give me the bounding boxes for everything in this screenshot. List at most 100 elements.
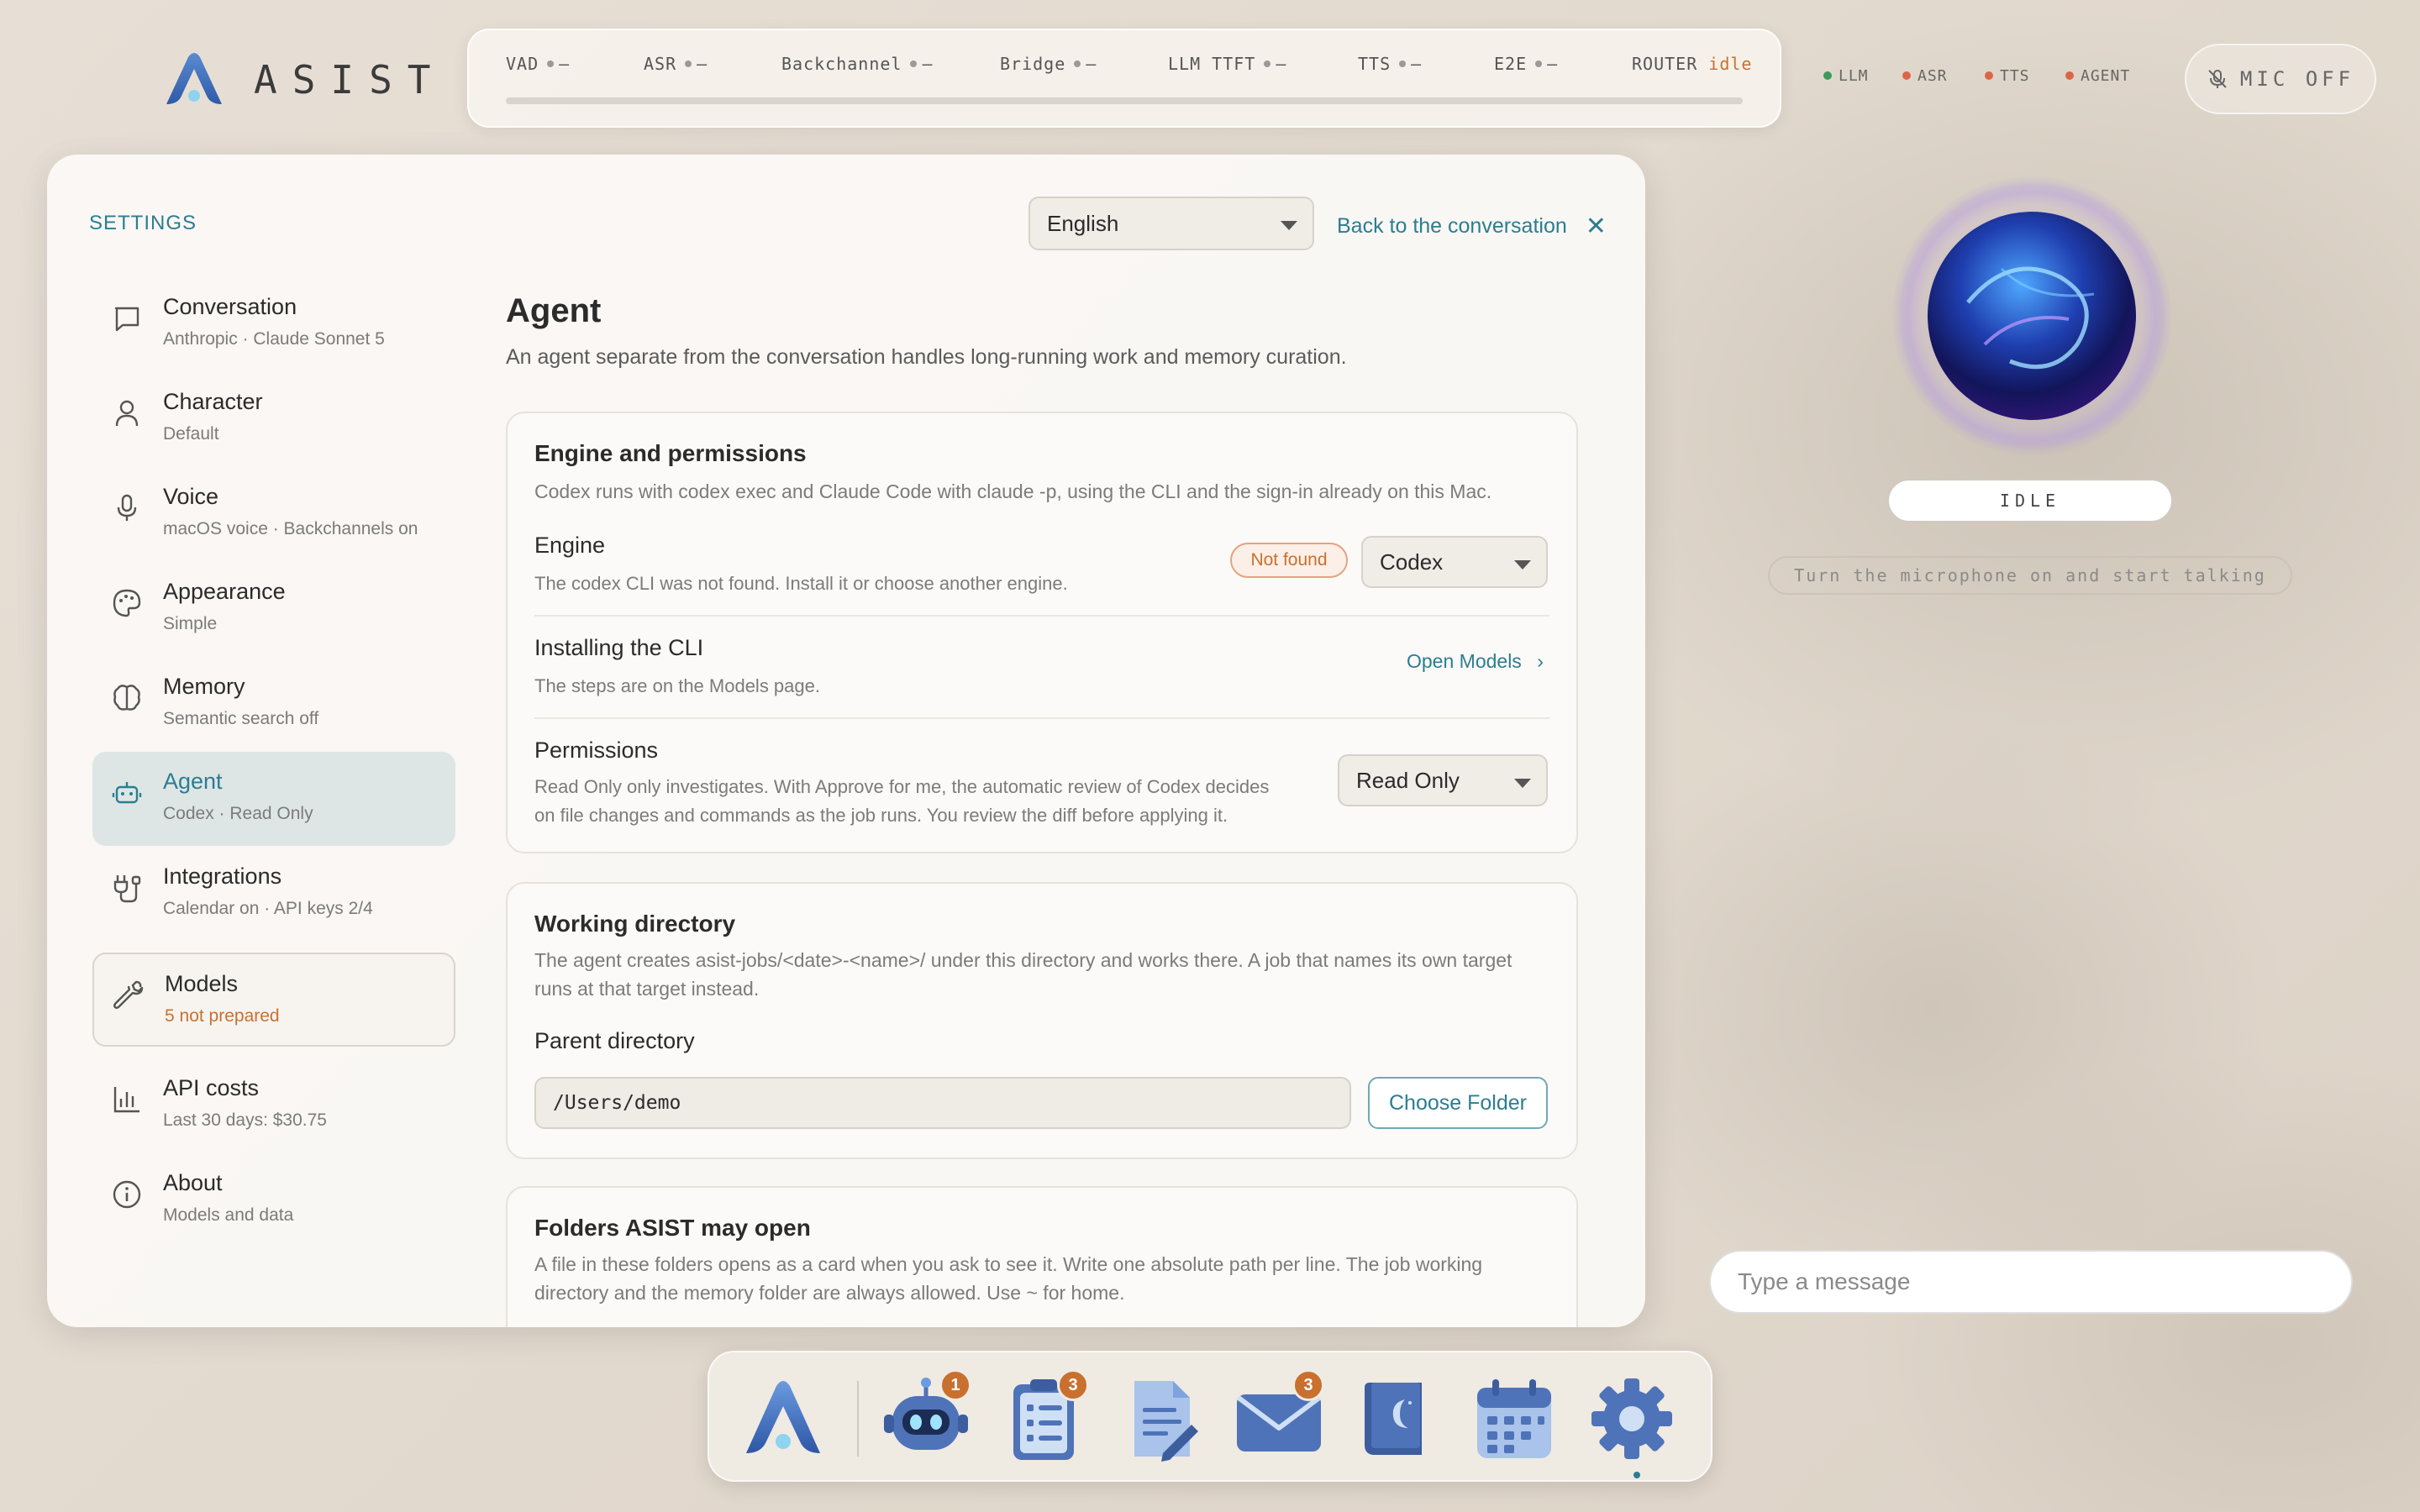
active-app-indicator — [1634, 1472, 1640, 1478]
sidebar-item-integrations[interactable]: Integrations Calendar on · API keys 2/4 — [92, 847, 455, 941]
sidebar-item-label: Appearance — [163, 579, 286, 604]
person-icon — [111, 397, 143, 429]
settings-title: SETTINGS — [89, 212, 197, 234]
back-to-conversation-link[interactable]: Back to the conversation ✕ — [1337, 212, 1607, 241]
mic-off-icon — [2208, 70, 2227, 88]
settings-gear-icon — [1591, 1378, 1672, 1459]
sidebar-item-label: Conversation — [163, 294, 297, 319]
dock-item-tasks[interactable]: 3 — [995, 1369, 1092, 1465]
dock-item-calendar[interactable] — [1465, 1373, 1563, 1465]
close-icon[interactable]: ✕ — [1586, 212, 1607, 241]
sidebar-item-label: Voice — [163, 484, 219, 509]
metric-asr: ASR — — [644, 54, 708, 74]
orb-hint: Turn the microphone on and start talking — [1768, 556, 2292, 595]
orb-state-pill: IDLE — [1887, 479, 2173, 522]
sidebar-item-agent[interactable]: Agent Codex · Read Only — [92, 752, 455, 846]
sidebar-item-sub: Semantic search off — [163, 709, 319, 728]
sidebar-item-appearance[interactable]: Appearance Simple — [92, 562, 455, 656]
sidebar-item-label: Memory — [163, 674, 245, 699]
asist-app-icon — [746, 1381, 820, 1453]
sidebar-item-sub: Anthropic · Claude Sonnet 5 — [163, 329, 385, 349]
status-dot — [2065, 71, 2074, 80]
chevron-down-icon — [1514, 560, 1531, 570]
language-select[interactable]: English — [1028, 197, 1314, 250]
sidebar-item-label: About — [163, 1170, 223, 1195]
card-description-line2: directory and the memory folder are alwa… — [534, 1282, 1125, 1304]
sidebar-item-sub: Codex · Read Only — [163, 804, 313, 823]
sidebar-item-models[interactable]: Models 5 not prepared — [92, 953, 455, 1047]
plug-icon — [111, 872, 143, 904]
card-title: Engine and permissions — [534, 440, 807, 466]
status-agent: AGENT — [2065, 67, 2130, 85]
status-asr: ASR — [1902, 67, 1948, 85]
install-cli-label: Installing the CLI — [534, 635, 704, 660]
permissions-label: Permissions — [534, 738, 659, 763]
dock-item-notes[interactable] — [1113, 1373, 1210, 1465]
divider — [534, 717, 1549, 719]
notification-badge: 1 — [939, 1369, 971, 1401]
choose-folder-button[interactable]: Choose Folder — [1368, 1077, 1548, 1129]
palette-icon — [111, 587, 143, 619]
microphone-icon — [111, 492, 143, 524]
working-directory-card: Working directory The agent creates asis… — [506, 882, 1578, 1159]
app-name: ASIST — [254, 57, 446, 102]
sidebar-item-sub: Last 30 days: $30.75 — [163, 1110, 327, 1130]
sidebar-item-about[interactable]: About Models and data — [92, 1153, 455, 1247]
card-description: Codex runs with codex exec and Claude Co… — [534, 480, 1492, 502]
divider — [534, 615, 1549, 617]
status-dot — [1985, 71, 1993, 80]
dock-item-mail[interactable]: 3 — [1230, 1369, 1328, 1465]
sidebar-item-memory[interactable]: Memory Semantic search off — [92, 657, 455, 751]
dock-item-journal[interactable] — [1348, 1373, 1445, 1465]
message-input[interactable]: Type a message — [1709, 1250, 2353, 1314]
metrics-track — [506, 97, 1743, 104]
info-icon — [111, 1179, 143, 1210]
sidebar-item-character[interactable]: Character Default — [92, 372, 455, 466]
permissions-value: Read Only — [1356, 767, 1460, 793]
settings-panel: SETTINGS English Back to the conversatio… — [47, 155, 1645, 1327]
message-placeholder: Type a message — [1738, 1268, 1911, 1294]
sidebar-item-label: Character — [163, 389, 263, 414]
mic-toggle-button[interactable]: MIC OFF — [2185, 44, 2376, 114]
metric-tts: TTS — — [1358, 54, 1423, 74]
permissions-select[interactable]: Read Only — [1338, 754, 1548, 806]
sidebar-item-api-costs[interactable]: API costs Last 30 days: $30.75 — [92, 1058, 455, 1152]
card-title: Folders ASIST may open — [534, 1215, 811, 1241]
status-tts: TTS — [1985, 67, 2030, 85]
dock-item-asist[interactable] — [734, 1373, 832, 1465]
permissions-help-line1: Read Only only investigates. With Approv… — [534, 776, 1270, 797]
journal-book-icon — [1365, 1383, 1422, 1455]
metric-e2e: E2E — — [1494, 54, 1559, 74]
sidebar-item-conversation[interactable]: Conversation Anthropic · Claude Sonnet 5 — [92, 277, 455, 371]
status-dot — [1823, 71, 1832, 80]
sidebar-item-sub: Simple — [163, 614, 218, 633]
parent-directory-input[interactable]: /Users/demo — [534, 1077, 1351, 1129]
dock-item-agent[interactable]: 1 — [877, 1369, 975, 1465]
open-models-link[interactable]: Open Models › — [1407, 650, 1544, 673]
engine-select[interactable]: Codex — [1361, 536, 1548, 588]
engine-value: Codex — [1380, 549, 1444, 575]
app-dock: 1 3 3 — [708, 1351, 1712, 1482]
install-cli-help: The steps are on the Models page. — [534, 675, 820, 696]
card-description-line2: runs at that target instead. — [534, 978, 760, 1000]
chevron-down-icon — [1514, 779, 1531, 788]
chevron-down-icon — [1281, 221, 1297, 230]
notes-document-icon — [1134, 1381, 1198, 1462]
sidebar-item-label: API costs — [163, 1075, 260, 1100]
sidebar-item-voice[interactable]: Voice macOS voice · Backchannels on — [92, 467, 455, 561]
page-title: Agent — [506, 292, 602, 329]
metric-backchannel: Backchannel — — [781, 54, 934, 74]
notification-badge: 3 — [1292, 1369, 1324, 1401]
page-description: An agent separate from the conversation … — [506, 345, 1347, 369]
asist-logo-icon — [166, 53, 222, 104]
engine-permissions-card: Engine and permissions Codex runs with c… — [506, 412, 1578, 853]
chevron-right-icon: › — [1537, 650, 1544, 672]
sidebar-item-sub: 5 not prepared — [165, 1006, 280, 1026]
dock-item-settings[interactable] — [1583, 1373, 1681, 1465]
voice-orb — [1892, 176, 2171, 455]
card-title: Working directory — [534, 911, 736, 937]
mic-label: MIC OFF — [2239, 67, 2355, 91]
metric-llm-ttft: LLM TTFT — — [1168, 54, 1287, 74]
sidebar-item-sub: Calendar on · API keys 2/4 — [163, 899, 373, 918]
status-dot — [1902, 71, 1911, 80]
